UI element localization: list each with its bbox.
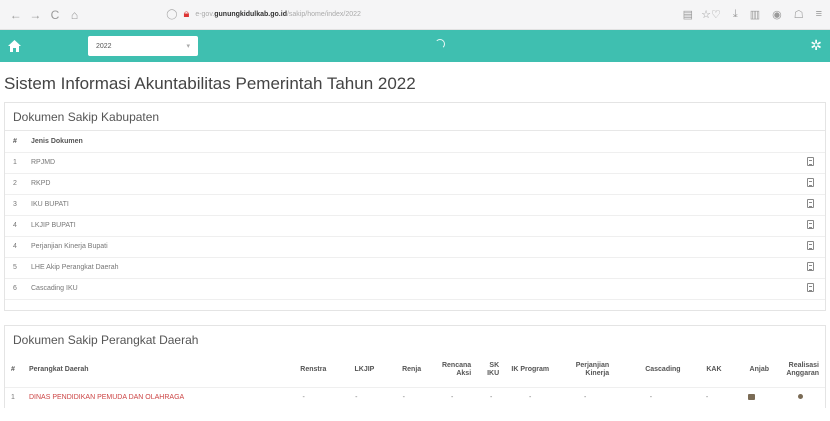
gear-icon[interactable]: ✲ [810, 38, 822, 52]
tracking-shield-icon: ◯ [166, 9, 178, 20]
home-icon[interactable] [0, 30, 28, 62]
table-row: 4 Perjanjian Kinerja Bupati [5, 236, 825, 258]
renja-cell: - [402, 394, 405, 402]
row-number: 1 [11, 394, 15, 402]
document-name: RKPD [23, 173, 795, 195]
extensions-icon[interactable]: ☖ [794, 8, 804, 21]
document-name: IKU BUPATI [23, 194, 795, 216]
lock-icon: 🔒︎ [183, 8, 190, 20]
kabupaten-panel-header: Dokumen Sakip Kabupaten [5, 103, 825, 131]
column-header-jenis-dokumen: Jenis Dokumen [23, 131, 795, 153]
reload-button[interactable]: C [47, 8, 63, 22]
url-path: /sakip/home/index/2022 [286, 11, 361, 18]
download-icon[interactable]: ⤓ [733, 8, 738, 21]
row-number: 4 [5, 215, 23, 237]
forward-button[interactable]: → [28, 8, 44, 22]
column-header-kak: KAK [686, 353, 728, 388]
kak-cell: - [705, 394, 709, 402]
row-number: 4 [5, 236, 23, 258]
table-header-row: # Perangkat Daerah Renstra LKJIP Renja R… [5, 353, 825, 388]
url-host: gunungkidulkab.go.id [214, 11, 287, 18]
table-row: 5 LHE Akip Perangkat Daerah [5, 257, 825, 279]
url-prefix: e-gov. [195, 11, 215, 18]
back-button[interactable]: ← [8, 8, 24, 22]
loading-spinner-icon [435, 39, 445, 49]
column-header-sk-iku: SK IKU [477, 353, 506, 388]
table-row: 1 RPJMD [5, 152, 825, 174]
reader-view-icon[interactable]: ▤ [683, 8, 693, 21]
column-header-renja: Renja [380, 353, 428, 388]
document-name: RPJMD [23, 152, 795, 174]
rencana-aksi-cell: - [450, 394, 454, 402]
row-number: 5 [5, 257, 23, 279]
renstra-cell: - [302, 394, 305, 402]
address-bar[interactable]: ◯ 🔒︎ e-gov. gunungkidulkab.go.id /sakip/… [166, 8, 711, 21]
table-row: 3 IKU BUPATI [5, 194, 825, 216]
cascading-cell: - [649, 394, 653, 402]
column-header-renstra: Renstra [274, 353, 333, 388]
table-row: 1 DINAS PENDIDIKAN PEMUDA DAN OLAHRAGA -… [5, 388, 825, 408]
column-header-number: # [5, 353, 23, 388]
table-row: 4 LKJIP BUPATI [5, 215, 825, 237]
document-icon[interactable] [806, 219, 814, 229]
browser-toolbar: ← → C ⌂ ◯ 🔒︎ e-gov. gunungkidulkab.go.id… [0, 0, 830, 30]
table-header-row: # Jenis Dokumen [5, 131, 825, 153]
column-header-rencana-aksi: Rencana Aksi [427, 353, 478, 388]
anjab-document-icon[interactable] [747, 393, 755, 400]
perangkat-name-link[interactable]: DINAS PENDIDIKAN PEMUDA DAN OLAHRAGA [23, 388, 275, 408]
column-header-cascading: Cascading [615, 353, 687, 388]
document-name: Perjanjian Kinerja Bupati [23, 236, 795, 258]
document-name: LHE Akip Perangkat Daerah [23, 257, 795, 279]
column-header-realisasi-anggaran: Realisasi Anggaran [775, 353, 825, 388]
row-number: 6 [5, 278, 23, 300]
document-icon[interactable] [806, 177, 814, 187]
account-icon[interactable]: ◉ [772, 8, 782, 21]
lkjip-cell: - [355, 394, 358, 402]
table-row: 6 Cascading IKU [5, 278, 825, 300]
ik-program-cell: - [528, 394, 532, 402]
realisasi-document-icon[interactable] [797, 394, 803, 400]
document-icon[interactable] [806, 282, 814, 292]
column-header-number: # [5, 131, 23, 153]
library-icon[interactable]: ▥ [750, 8, 760, 21]
column-header-anjab: Anjab [727, 353, 775, 388]
row-number: 3 [5, 194, 23, 216]
sk-iku-cell: - [489, 394, 493, 402]
document-icon[interactable] [806, 198, 814, 208]
document-name: LKJIP BUPATI [23, 215, 795, 237]
page-title: Sistem Informasi Akuntabilitas Pemerinta… [4, 74, 416, 93]
chevron-down-icon: ▾ [186, 43, 190, 50]
row-number: 1 [5, 152, 23, 174]
kabupaten-panel: Dokumen Sakip Kabupaten # Jenis Dokumen … [4, 102, 826, 311]
year-select[interactable]: 2022 ▾ [88, 36, 198, 56]
column-header-lkjip: LKJIP [332, 353, 381, 388]
document-name: Cascading IKU [23, 278, 795, 300]
year-select-value: 2022 [96, 42, 112, 50]
perjanjian-kinerja-cell: - [583, 394, 587, 402]
row-number: 2 [5, 173, 23, 195]
document-icon[interactable] [806, 261, 814, 271]
home-button[interactable]: ⌂ [67, 8, 83, 22]
column-header-perjanjian-kinerja: Perjanjian Kinerja [555, 353, 616, 388]
document-icon[interactable] [806, 240, 814, 250]
perangkat-panel-header: Dokumen Sakip Perangkat Daerah [13, 332, 199, 347]
app-header: 2022 ▾ ✲ [0, 30, 830, 62]
perangkat-panel: Dokumen Sakip Perangkat Daerah # Perangk… [4, 324, 826, 408]
document-icon[interactable] [806, 156, 814, 166]
table-row: 2 RKPD [5, 173, 825, 195]
column-header-perangkat-daerah: Perangkat Daerah [23, 353, 275, 388]
column-header-ik-program: IK Program [505, 353, 556, 388]
bookmark-star-icon[interactable]: ☆ [701, 8, 711, 21]
menu-icon[interactable]: ≡ [816, 8, 822, 21]
kabupaten-table: # Jenis Dokumen 1 RPJMD 2 RKPD 3 IKU BUP… [5, 131, 825, 300]
pocket-icon[interactable]: ♡ [711, 8, 721, 21]
perangkat-table: # Perangkat Daerah Renstra LKJIP Renja R… [5, 353, 825, 408]
